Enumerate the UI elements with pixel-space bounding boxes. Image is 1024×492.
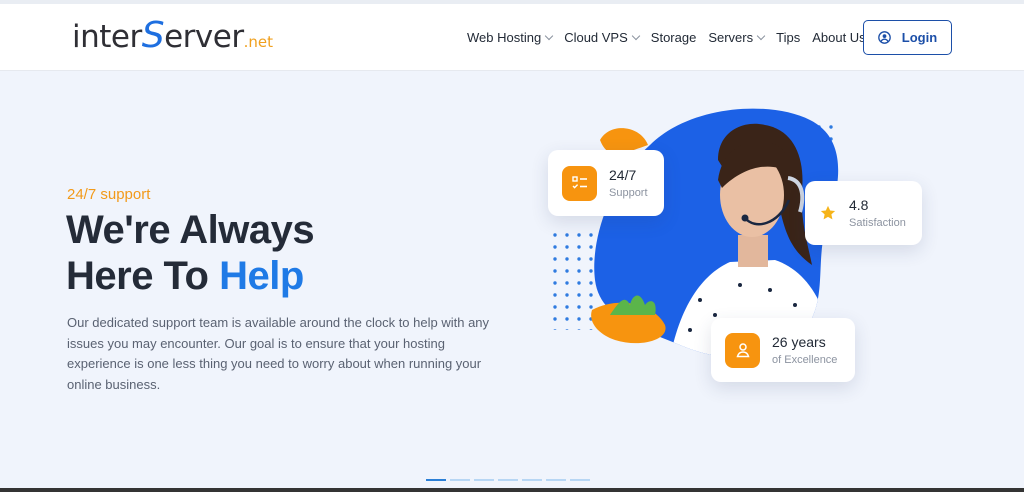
nav-label: About Us [812, 29, 866, 45]
headline-line-1: We're Always [66, 208, 315, 252]
years-card-title: 26 years [772, 333, 826, 350]
user-icon [736, 343, 749, 358]
hero-headline: We're Always Here To Help [66, 207, 315, 299]
slider-dot-7[interactable] [570, 479, 590, 481]
chevron-down-icon [631, 31, 641, 40]
logo-text-erver: erver [164, 19, 244, 55]
nav-servers[interactable]: Servers [708, 29, 766, 45]
satisfaction-card-title: 4.8 [849, 196, 869, 213]
interserver-logo[interactable]: interServer.net [72, 15, 273, 56]
logo-text-inter: inter [72, 19, 142, 55]
support-card-title: 24/7 [609, 166, 637, 183]
slider-dot-3[interactable] [474, 479, 494, 481]
login-label: Login [901, 30, 938, 45]
checklist-icon [571, 176, 587, 189]
chevron-down-icon [544, 31, 554, 40]
login-button[interactable]: Login [863, 20, 952, 55]
support-card: 24/7 Support [548, 150, 664, 216]
nav-storage[interactable]: Storage [651, 30, 697, 45]
nav-label: Cloud VPS [564, 29, 628, 45]
nav-label: Servers [708, 29, 754, 45]
hero-description: Our dedicated support team is available … [67, 315, 490, 392]
slider-pagination [426, 479, 594, 481]
checklist-icon-badge [562, 165, 597, 201]
satisfaction-card-subtitle: Satisfaction [849, 216, 906, 229]
main-nav: Web Hosting Cloud VPS Storage Servers Ti… [467, 26, 889, 48]
slider-dot-4[interactable] [498, 479, 518, 481]
nav-web-hosting[interactable]: Web Hosting [467, 29, 554, 45]
chevron-down-icon [756, 31, 766, 40]
logo-text-s: S [141, 15, 165, 56]
logo-text-net: .net [243, 33, 273, 51]
slider-dot-6[interactable] [546, 479, 566, 481]
nav-label: Storage [650, 29, 697, 45]
user-icon-badge [725, 332, 760, 368]
user-circle-icon [877, 31, 891, 44]
nav-cloud-vps[interactable]: Cloud VPS [564, 29, 641, 45]
years-card-subtitle: of Excellence [772, 353, 838, 366]
years-card: 26 years of Excellence [711, 318, 855, 382]
headline-line-2: Here To [66, 254, 220, 298]
slider-dot-2[interactable] [450, 479, 470, 481]
nav-label: Tips [776, 29, 801, 45]
nav-label: Web Hosting [467, 29, 542, 45]
slider-dot-5[interactable] [522, 479, 542, 481]
satisfaction-card: 4.8 Satisfaction [805, 181, 922, 245]
support-card-subtitle: Support [609, 186, 648, 199]
slider-dot-1[interactable] [426, 479, 446, 481]
hero-eyebrow: 24/7 support [67, 186, 151, 203]
star-icon [820, 205, 836, 220]
bottom-border [0, 488, 1024, 492]
site-header: interServer.net Web Hosting Cloud VPS St… [0, 4, 1024, 71]
headline-accent: Help [219, 254, 304, 298]
nav-tips[interactable]: Tips [776, 30, 800, 45]
